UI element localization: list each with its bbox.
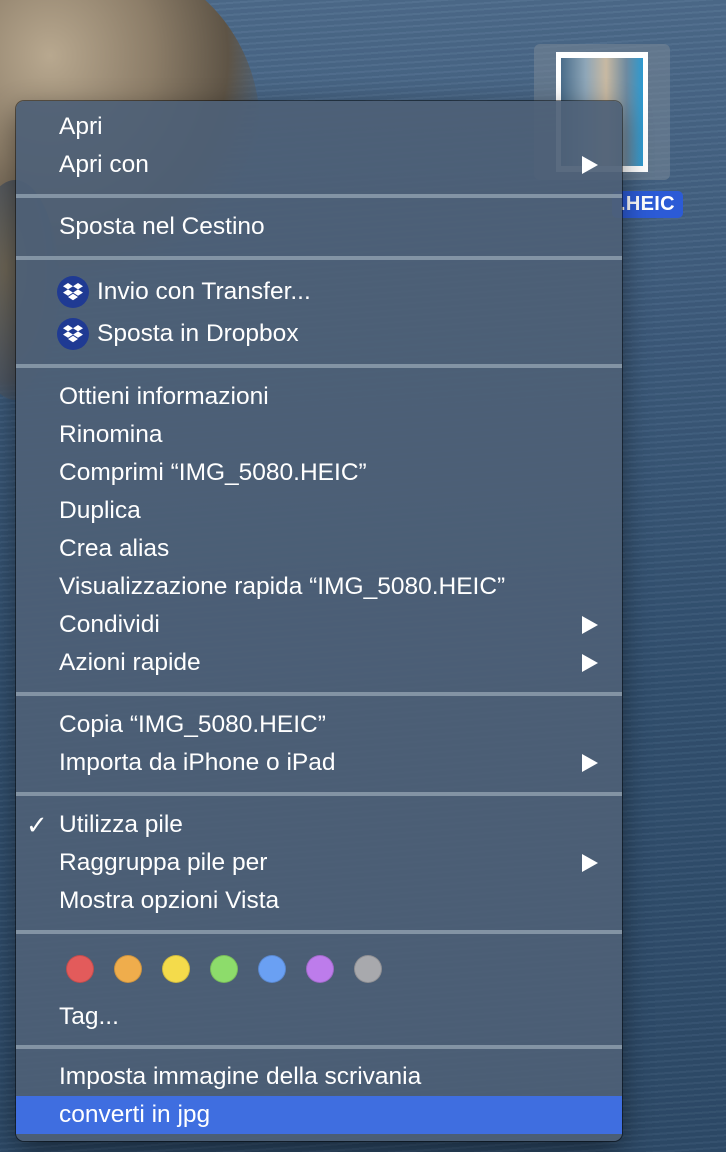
menu-item-make-alias[interactable]: Crea alias xyxy=(16,530,622,568)
menu-item-convert-jpg[interactable]: converti in jpg xyxy=(16,1096,622,1134)
menu-item-label: converti in jpg xyxy=(59,1101,211,1128)
menu-item-use-stacks[interactable]: ✓ Utilizza pile xyxy=(16,806,622,844)
menu-item-label: Utilizza pile xyxy=(59,811,183,838)
menu-item-label: Duplica xyxy=(59,497,141,524)
menu-item-label: Mostra opzioni Vista xyxy=(59,887,280,914)
menu-item-label: Imposta immagine della scrivania xyxy=(59,1063,422,1090)
menu-item-move-to-trash[interactable]: Sposta nel Cestino xyxy=(16,208,622,246)
dropbox-icon xyxy=(57,276,89,308)
menu-item-send-transfer[interactable]: Invio con Transfer... xyxy=(16,273,622,311)
checkmark-icon: ✓ xyxy=(26,809,48,840)
menu-item-get-info[interactable]: Ottieni informazioni xyxy=(16,378,622,416)
menu-item-label: Rinomina xyxy=(59,421,163,448)
menu-item-compress[interactable]: Comprimi “IMG_5080.HEIC” xyxy=(16,454,622,492)
menu-item-open-with[interactable]: Apri con xyxy=(16,146,622,184)
tag-green-dot[interactable] xyxy=(210,955,238,983)
desktop-file-label[interactable]: .HEIC xyxy=(612,191,683,218)
menu-item-label: Importa da iPhone o iPad xyxy=(59,749,336,776)
menu-item-label: Crea alias xyxy=(59,535,170,562)
menu-item-show-view-options[interactable]: Mostra opzioni Vista xyxy=(16,882,622,920)
menu-item-label: Ottieni informazioni xyxy=(59,383,269,410)
menu-item-label: Invio con Transfer... xyxy=(97,278,311,305)
menu-item-duplicate[interactable]: Duplica xyxy=(16,492,622,530)
menu-item-rename[interactable]: Rinomina xyxy=(16,416,622,454)
menu-item-open[interactable]: Apri xyxy=(16,108,622,146)
menu-separator xyxy=(16,692,622,696)
dropbox-icon xyxy=(57,318,89,350)
menu-item-label: Apri xyxy=(59,113,103,140)
menu-item-label: Visualizzazione rapida “IMG_5080.HEIC” xyxy=(59,573,506,600)
submenu-arrow-icon xyxy=(582,156,598,174)
menu-separator xyxy=(16,930,622,934)
menu-item-label: Azioni rapide xyxy=(59,649,201,676)
tag-color-row xyxy=(66,955,382,983)
menu-item-import-iphone[interactable]: Importa da iPhone o iPad xyxy=(16,744,622,782)
submenu-arrow-icon xyxy=(582,654,598,672)
menu-item-set-desktop-picture[interactable]: Imposta immagine della scrivania xyxy=(16,1058,622,1096)
menu-item-move-dropbox[interactable]: Sposta in Dropbox xyxy=(16,315,622,353)
menu-separator xyxy=(16,1045,622,1049)
tag-orange-dot[interactable] xyxy=(114,955,142,983)
tag-yellow-dot[interactable] xyxy=(162,955,190,983)
menu-item-label: Raggruppa pile per xyxy=(59,849,268,876)
menu-item-tags[interactable]: Tag... xyxy=(16,998,622,1036)
menu-separator xyxy=(16,364,622,368)
menu-item-group-stacks-by[interactable]: Raggruppa pile per xyxy=(16,844,622,882)
context-menu: Apri Apri con Sposta nel Cestino Invio c… xyxy=(16,101,622,1141)
menu-item-label: Condividi xyxy=(59,611,160,638)
menu-item-label: Apri con xyxy=(59,151,149,178)
menu-item-quick-look[interactable]: Visualizzazione rapida “IMG_5080.HEIC” xyxy=(16,568,622,606)
menu-item-label: Tag... xyxy=(59,1003,119,1030)
tag-red-dot[interactable] xyxy=(66,955,94,983)
menu-item-label: Copia “IMG_5080.HEIC” xyxy=(59,711,326,738)
menu-separator xyxy=(16,194,622,198)
menu-item-label: Sposta in Dropbox xyxy=(97,320,299,347)
tag-purple-dot[interactable] xyxy=(306,955,334,983)
tag-blue-dot[interactable] xyxy=(258,955,286,983)
menu-item-label: Comprimi “IMG_5080.HEIC” xyxy=(59,459,367,486)
menu-item-label: Sposta nel Cestino xyxy=(59,213,265,240)
tag-gray-dot[interactable] xyxy=(354,955,382,983)
submenu-arrow-icon xyxy=(582,754,598,772)
menu-separator xyxy=(16,792,622,796)
submenu-arrow-icon xyxy=(582,616,598,634)
submenu-arrow-icon xyxy=(582,854,598,872)
menu-item-copy[interactable]: Copia “IMG_5080.HEIC” xyxy=(16,706,622,744)
menu-item-quick-actions[interactable]: Azioni rapide xyxy=(16,644,622,682)
menu-item-share[interactable]: Condividi xyxy=(16,606,622,644)
menu-separator xyxy=(16,256,622,260)
